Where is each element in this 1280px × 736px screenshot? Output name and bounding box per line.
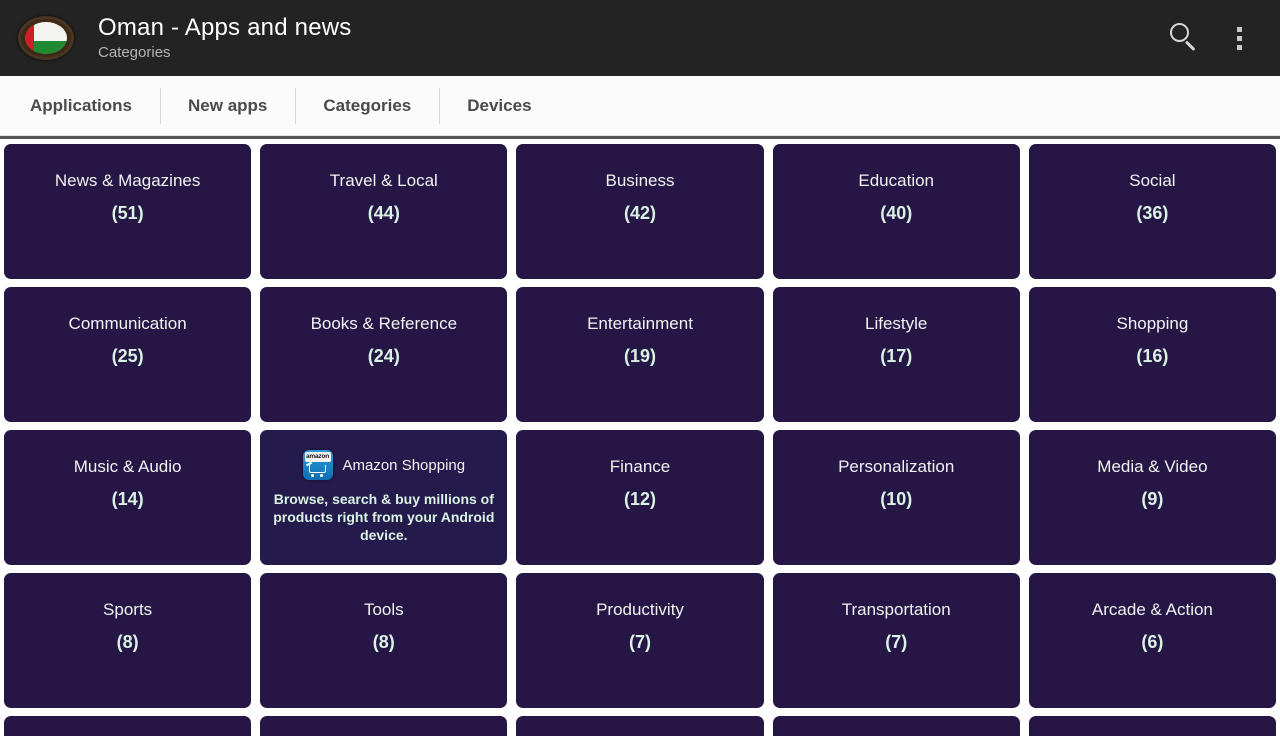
- category-count: (12): [624, 489, 657, 509]
- tab-categories-label: Categories: [323, 95, 412, 115]
- category-count: (8): [372, 632, 395, 652]
- category-count: (7): [629, 632, 651, 652]
- category-count: (6): [1141, 632, 1164, 652]
- flag-white-band: [34, 22, 67, 41]
- category-name: Finance: [609, 457, 671, 476]
- advertisement-tile[interactable]: amazon Amazon Shopping Browse, search & …: [260, 430, 508, 565]
- category-tile[interactable]: Shopping (16): [1028, 287, 1277, 422]
- cart-wheel-right: [319, 474, 323, 477]
- cart-wheel-left: [310, 474, 314, 477]
- tab-devices[interactable]: Devices: [439, 86, 559, 126]
- category-name: Social: [1129, 171, 1176, 190]
- category-tile[interactable]: [4, 716, 252, 736]
- tab-applications-label: Applications: [30, 95, 133, 115]
- page-subtitle: Categories: [98, 44, 171, 62]
- category-tile[interactable]: News & Magazines (51): [4, 144, 252, 279]
- search-icon[interactable]: [1170, 23, 1200, 53]
- category-name: News & Magazines: [54, 171, 201, 190]
- category-tile[interactable]: Communication (25): [4, 287, 252, 422]
- category-tile[interactable]: Productivity (7): [516, 573, 764, 708]
- category-tile[interactable]: Lifestyle (17): [772, 287, 1020, 422]
- category-tile[interactable]: [260, 716, 508, 736]
- action-bar: Oman - Apps and news Categories: [0, 0, 1280, 76]
- category-count: (40): [880, 203, 913, 223]
- grid-row: News & Magazines (51) Travel & Local (44…: [4, 144, 1277, 279]
- category-name: Personalization: [838, 457, 955, 476]
- category-tile[interactable]: Music & Audio (14): [4, 430, 252, 565]
- category-count: (8): [116, 632, 139, 652]
- app-root: Oman - Apps and news Categories Applicat…: [0, 0, 1280, 736]
- grid-row: Music & Audio (14) amazon Amazon Shoppin…: [4, 430, 1277, 565]
- category-count: (24): [367, 346, 400, 366]
- category-name: Sports: [103, 600, 153, 619]
- title-block: Oman - Apps and news Categories: [98, 15, 351, 61]
- flag-green-band: [34, 40, 67, 54]
- category-name: Education: [858, 171, 935, 190]
- category-tile[interactable]: Arcade & Action (6): [1028, 573, 1277, 708]
- tab-new-apps[interactable]: New apps: [160, 86, 295, 126]
- category-name: Lifestyle: [865, 314, 928, 333]
- category-tile[interactable]: [516, 716, 764, 736]
- category-tile[interactable]: [772, 716, 1020, 736]
- category-count: (9): [1141, 489, 1164, 509]
- category-count: (14): [111, 489, 144, 509]
- category-name: Transportation: [841, 600, 951, 619]
- overflow-menu-icon[interactable]: [1236, 26, 1242, 50]
- grid-row: Sports (8) Tools (8) Productivity (7) Tr…: [4, 573, 1277, 708]
- category-name: Books & Reference: [310, 314, 458, 333]
- category-count: (16): [1136, 346, 1169, 366]
- category-count: (17): [880, 346, 913, 366]
- category-name: Productivity: [596, 600, 684, 619]
- tab-categories[interactable]: Categories: [295, 86, 439, 126]
- category-count: (7): [885, 632, 908, 652]
- flag-inner: [25, 22, 67, 54]
- cart-body-shape: [308, 465, 326, 473]
- category-tile[interactable]: Personalization (10): [772, 430, 1020, 565]
- tab-applications[interactable]: Applications: [2, 86, 160, 126]
- category-count: (42): [624, 203, 657, 223]
- category-tile[interactable]: Transportation (7): [772, 573, 1020, 708]
- category-name: Media & Video: [1097, 457, 1208, 476]
- category-name: Entertainment: [587, 314, 693, 333]
- category-name: Communication: [68, 314, 187, 333]
- category-count: (25): [111, 346, 144, 366]
- amazon-shopping-icon: amazon: [302, 450, 333, 480]
- grid-row-partial: [4, 716, 1277, 736]
- category-count: (44): [367, 203, 400, 223]
- category-name: Travel & Local: [329, 171, 438, 190]
- grid-row: Communication (25) Books & Reference (24…: [4, 287, 1277, 422]
- category-name: Arcade & Action: [1091, 600, 1213, 619]
- category-name: Business: [605, 171, 675, 190]
- category-name: Shopping: [1116, 314, 1189, 333]
- category-tile[interactable]: Books & Reference (24): [260, 287, 508, 422]
- search-button[interactable]: [1158, 10, 1212, 66]
- tab-new-apps-label: New apps: [188, 95, 268, 115]
- category-count: (51): [111, 203, 144, 223]
- category-name: Tools: [363, 600, 404, 619]
- oman-flag-icon: [18, 16, 74, 60]
- category-grid[interactable]: News & Magazines (51) Travel & Local (44…: [0, 139, 1280, 736]
- ad-title: Amazon Shopping: [342, 456, 466, 474]
- overflow-menu-button[interactable]: [1212, 10, 1266, 66]
- category-tile[interactable]: Business (42): [516, 144, 764, 279]
- category-tile[interactable]: Sports (8): [4, 573, 252, 708]
- category-tile[interactable]: Finance (12): [516, 430, 764, 565]
- page-title: Oman - Apps and news: [98, 14, 352, 42]
- ad-description: Browse, search & buy millions of product…: [273, 491, 495, 543]
- category-tile[interactable]: Social (36): [1028, 144, 1277, 279]
- tab-devices-label: Devices: [467, 95, 532, 115]
- category-tile[interactable]: Travel & Local (44): [260, 144, 508, 279]
- category-count: (36): [1136, 203, 1169, 223]
- category-count: (19): [624, 346, 657, 366]
- category-tile[interactable]: Media & Video (9): [1028, 430, 1277, 565]
- category-tile[interactable]: Tools (8): [260, 573, 508, 708]
- category-name: Music & Audio: [73, 457, 182, 476]
- category-count: (10): [880, 489, 913, 509]
- ad-header: amazon Amazon Shopping: [302, 450, 466, 480]
- category-tile[interactable]: Education (40): [772, 144, 1020, 279]
- category-tile[interactable]: [1028, 716, 1277, 736]
- amazon-wordmark: amazon: [304, 452, 331, 462]
- tab-bar: Applications New apps Categories Devices: [0, 76, 1280, 136]
- category-tile[interactable]: Entertainment (19): [516, 287, 764, 422]
